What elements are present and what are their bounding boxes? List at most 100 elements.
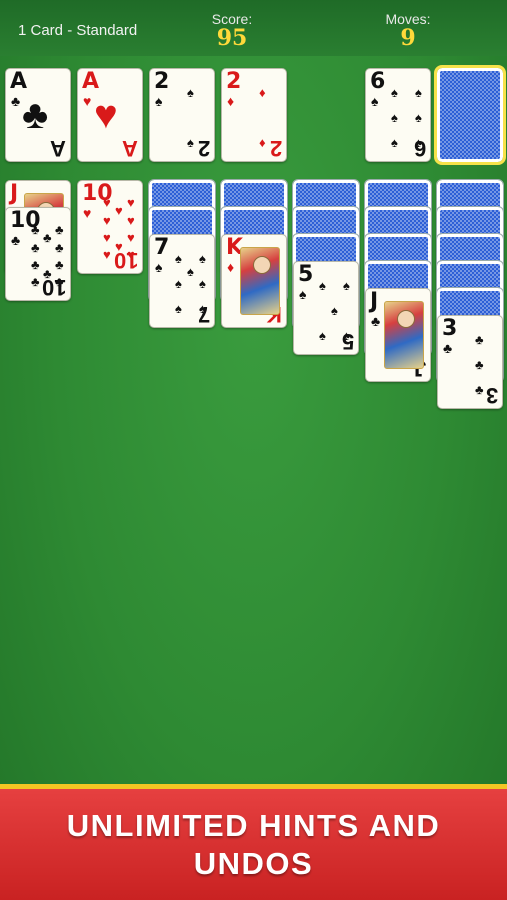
card-suit-icon: ♦ xyxy=(227,259,235,275)
pip-suit-icon: ♠ xyxy=(391,85,398,101)
tableau-card[interactable]: 7 ♠ 7 ♠ ♠ ♠ ♠ ♠ ♠ ♠ xyxy=(149,234,215,328)
pip-suit-icon: ♥ xyxy=(127,195,135,211)
pip-suit-icon: ♥ xyxy=(127,247,135,263)
waste-card[interactable]: 6 ♠ 6 ♠ ♠ ♠ ♠ ♠ ♠ xyxy=(365,68,431,162)
foundation-card[interactable]: 2 ♦ 2 ♦ ♦ xyxy=(221,68,287,162)
game-mode-label: 1 Card - Standard xyxy=(18,22,138,39)
pip-suit-icon: ♣ xyxy=(31,256,40,272)
tableau-card[interactable]: 5 ♠ 5 ♠ ♠ ♠ ♠ ♠ xyxy=(293,261,359,355)
top-bar: 1 Card - Standard Score: 95 Moves: 9 xyxy=(0,0,507,56)
pip-suit-icon: ♠ xyxy=(415,134,422,150)
pip-suit-icon: ♠ xyxy=(343,278,350,294)
card-pips: ♠ ♠ ♠ ♠ ♠ ♠ ♠ xyxy=(172,249,210,319)
card-rank-bottom: A xyxy=(122,136,138,161)
card-rank: 3 xyxy=(442,316,458,341)
stock-pile[interactable] xyxy=(434,65,506,165)
card-suit-icon: ♠ xyxy=(371,93,379,109)
pip-suit-icon: ♣ xyxy=(43,230,52,246)
card-suit-icon: ♥ xyxy=(83,93,92,109)
promo-banner: UNLIMITED HINTS AND UNDOS xyxy=(0,784,507,900)
card-rank: A xyxy=(10,69,28,94)
pip-suit-icon: ♠ xyxy=(415,109,422,125)
pip-suit-icon: ♥ xyxy=(103,247,111,263)
pip-suit-icon: ♥ xyxy=(127,212,135,228)
pip-suit-icon: ♠ xyxy=(199,251,206,267)
face-card-art xyxy=(384,301,424,369)
pip-suit-icon: ♠ xyxy=(415,85,422,101)
tableau-card[interactable]: 10 ♥ 10 ♥ ♥ ♥ ♥ ♥ ♥ ♥ ♥ ♥ ♥ xyxy=(77,180,143,274)
foundation-card[interactable]: A ♣ A ♣ xyxy=(5,68,71,162)
promo-banner-text: UNLIMITED HINTS AND UNDOS xyxy=(66,808,441,881)
card-rank-bottom: A xyxy=(50,136,66,161)
card-suit-icon: ♠ xyxy=(299,286,307,302)
pip-suit-icon: ♠ xyxy=(331,302,338,318)
card-pips: ♣ ♣ ♣ xyxy=(460,330,498,400)
pip-suit-icon: ♣ xyxy=(31,222,40,238)
card-pips: ♥ ♥ ♥ ♥ ♥ ♥ ♥ ♥ ♥ ♥ xyxy=(100,195,138,265)
pip-suit-icon: ♠ xyxy=(319,278,326,294)
pip-suit-icon: ♠ xyxy=(187,134,194,150)
pip-suit-icon: ♣ xyxy=(475,356,484,372)
pip-suit-icon: ♠ xyxy=(187,263,194,279)
pip-suit-icon: ♣ xyxy=(475,332,484,348)
pip-suit-icon: ♦ xyxy=(259,85,266,101)
card-rank: J xyxy=(10,181,19,206)
foundation-card[interactable]: A ♥ A ♥ xyxy=(77,68,143,162)
tableau-card[interactable]: K♦K xyxy=(221,234,287,328)
pip-suit-icon: ♣ xyxy=(55,239,64,255)
pip-suit-icon: ♠ xyxy=(175,300,182,316)
tableau-card[interactable]: 10 ♣ 10 ♣ ♣ ♣ ♣ ♣ ♣ ♣ ♣ ♣ ♣ xyxy=(5,207,71,301)
card-rank: 5 xyxy=(298,262,314,287)
card-rank: A xyxy=(82,69,100,94)
pip-suit-icon: ♠ xyxy=(175,275,182,291)
pip-suit-icon: ♥ xyxy=(115,203,123,219)
pip-suit-icon: ♥ xyxy=(103,212,111,228)
pip-suit-icon: ♠ xyxy=(199,275,206,291)
pip-suit-icon: ♣ xyxy=(55,222,64,238)
card-rank: 2 xyxy=(154,69,170,94)
card-rank: J xyxy=(370,289,379,314)
pip-suit-icon: ♠ xyxy=(391,134,398,150)
card-suit-icon: ♦ xyxy=(227,93,235,109)
pip-suit-icon: ♥ xyxy=(115,238,123,254)
card-pips: ♠ ♠ xyxy=(172,83,210,153)
pip-suit-icon: ♣ xyxy=(55,274,64,290)
card-pips: ♣ ♣ ♣ ♣ ♣ ♣ ♣ ♣ ♣ ♣ xyxy=(28,222,66,292)
pip-suit-icon: ♥ xyxy=(103,195,111,211)
card-suit-icon: ♠ xyxy=(155,259,163,275)
pip-suit-icon: ♦ xyxy=(259,134,266,150)
card-suit-icon: ♠ xyxy=(155,93,163,109)
card-center-suit-icon: ♥ xyxy=(94,93,118,137)
card-suit-icon: ♣ xyxy=(11,93,21,109)
tableau-card[interactable]: J♣J xyxy=(365,288,431,382)
pip-suit-icon: ♠ xyxy=(199,300,206,316)
card-rank: 2 xyxy=(226,69,242,94)
card-pips: ♠ ♠ ♠ ♠ ♠ xyxy=(316,276,354,346)
card-center-suit-icon: ♣ xyxy=(22,93,49,137)
card-rank: 6 xyxy=(370,69,386,94)
card-suit-icon: ♥ xyxy=(83,205,92,221)
card-rank: 7 xyxy=(154,235,170,260)
pip-suit-icon: ♣ xyxy=(55,256,64,272)
pip-suit-icon: ♠ xyxy=(319,327,326,343)
pip-suit-icon: ♥ xyxy=(103,229,111,245)
pip-suit-icon: ♠ xyxy=(391,109,398,125)
card-suit-icon: ♣ xyxy=(11,232,21,248)
pip-suit-icon: ♠ xyxy=(187,85,194,101)
pip-suit-icon: ♣ xyxy=(31,274,40,290)
pip-suit-icon: ♠ xyxy=(343,327,350,343)
pip-suit-icon: ♥ xyxy=(127,229,135,245)
card-pips: ♠ ♠ ♠ ♠ ♠ ♠ xyxy=(388,83,426,153)
foundation-card[interactable]: 2 ♠ 2 ♠ ♠ xyxy=(149,68,215,162)
card-suit-icon: ♣ xyxy=(443,340,453,356)
pip-suit-icon: ♣ xyxy=(31,239,40,255)
pip-suit-icon: ♣ xyxy=(475,381,484,397)
tableau-card[interactable]: 3 ♣ 3 ♣ ♣ ♣ xyxy=(437,315,503,409)
face-card-art xyxy=(240,247,280,315)
card-suit-icon: ♣ xyxy=(371,313,381,329)
moves-value: 9 xyxy=(400,25,416,51)
pip-suit-icon: ♣ xyxy=(43,265,52,281)
score-value: 95 xyxy=(216,25,248,51)
pip-suit-icon: ♠ xyxy=(175,251,182,267)
solitaire-app: 1 Card - Standard Score: 95 Moves: 9 A ♣ A… xyxy=(0,0,507,900)
